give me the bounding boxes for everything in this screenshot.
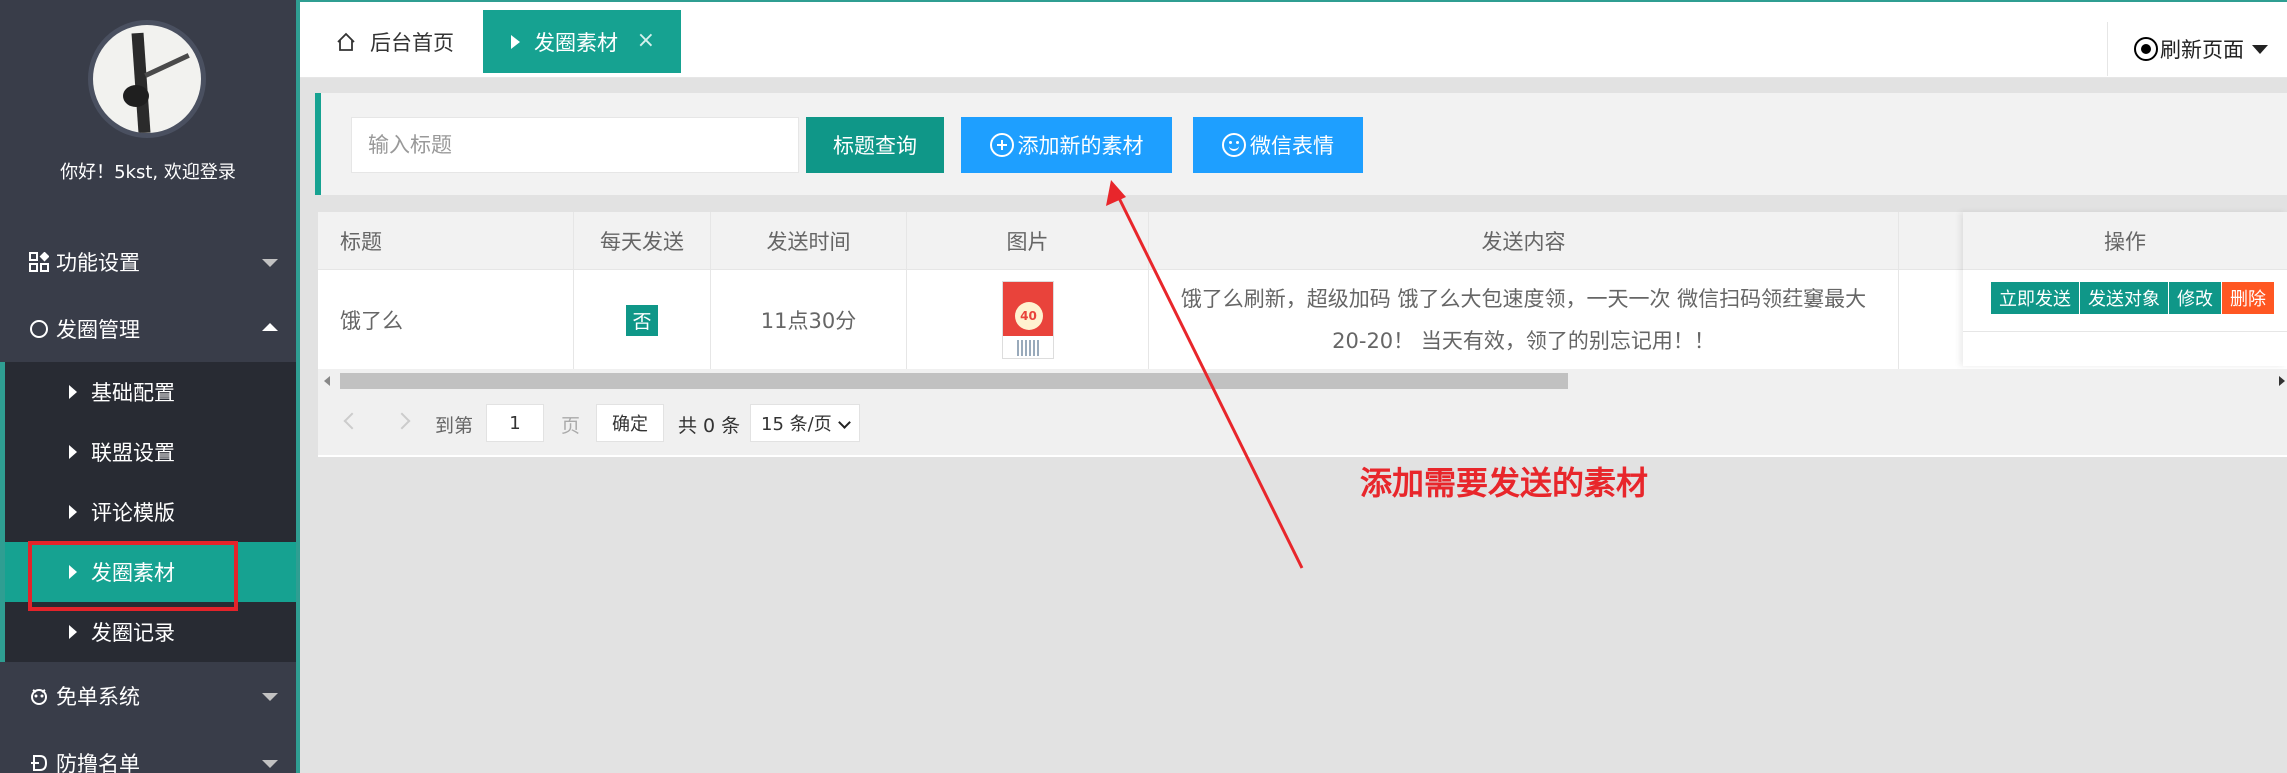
sidebar-item-label: 评论模版 [91,501,175,525]
grid-icon [28,251,50,273]
refresh-label: 刷新页面 [2160,38,2244,62]
caret-right-icon [69,445,77,459]
circle-icon [28,318,50,340]
welcome-text: 你好！5kst, 欢迎登录 [60,162,236,183]
avatar[interactable] [88,20,206,138]
confirm-page-button[interactable]: 确定 [596,404,664,442]
menu-group-free-order[interactable]: 免单系统 [0,663,296,729]
actions-row: 立即发送 发送对象 修改 删除 [1963,270,2287,332]
chevron-down-icon [262,259,278,267]
sidebar-item-comment-template[interactable]: 评论模版 [5,482,296,542]
caret-right-icon [69,505,77,519]
tab-circle-material[interactable]: 发圈素材 × [483,10,681,73]
page-size-select[interactable]: 15 条/页 [750,404,860,442]
title-query-button[interactable]: 标题查询 [806,117,944,173]
scroll-right-icon[interactable] [2279,376,2285,386]
refresh-page-button[interactable]: 刷新页面 [2107,22,2287,76]
tab-home[interactable]: 后台首页 [336,10,454,74]
chevron-up-icon [262,323,278,331]
home-icon [336,32,356,52]
delete-button[interactable]: 删除 [2222,282,2274,314]
pagination: 到第 页 确定 共 0 条 15 条/页 [318,393,2287,455]
caret-right-icon [69,625,77,639]
radio-dot-icon [2134,37,2158,61]
chevron-down-icon [262,693,278,701]
close-icon[interactable]: × [637,28,655,53]
prev-page-icon[interactable] [343,412,361,430]
chevron-down-icon [262,760,278,768]
cell-title: 饿了么 [318,270,574,370]
cell-time: 11点30分 [711,270,907,370]
sub-menu: 基础配置 联盟设置 评论模版 发圈素材 发圈记录 [0,362,296,662]
cell-content: 饿了么刷新，超级加码 饿了么大包速度领，一天一次 微信扫码领荭窶最大20-20！… [1149,270,1899,370]
plus-circle-icon [989,133,1014,157]
status-badge: 否 [626,304,658,336]
sidebar-item-label: 发圈记录 [91,621,175,645]
annotation-text: 添加需要发送的素材 [1360,464,1649,502]
menu-group-circle-management[interactable]: 发圈管理 [0,296,296,362]
next-page-icon[interactable] [393,412,411,430]
send-now-button[interactable]: 立即发送 [1991,282,2079,314]
menu-group-label: 功能设置 [56,251,140,275]
column-header-content: 发送内容 [1149,212,1899,270]
gift-icon [28,685,50,707]
sidebar: 你好！5kst, 欢迎登录 功能设置 发圈管理 基础配置 联盟设置 评论模版 发… [0,0,300,773]
smile-icon [1222,133,1246,157]
search-toolbar: 标题查询 添加新的素材 微信表情 [315,93,2287,195]
total-count: 共 0 条 [678,415,741,437]
menu-group-label: 防撸名单 [56,752,140,773]
menu-group-blacklist[interactable]: 防撸名单 [0,730,296,773]
cell-image: 40 [907,270,1149,370]
tab-label: 发圈素材 [534,30,618,55]
chevron-down-icon [2252,44,2268,54]
page-size-value: 15 条/页 [761,414,832,435]
goto-label: 到第 [435,415,474,437]
send-target-button[interactable]: 发送对象 [2080,282,2168,314]
scroll-left-icon[interactable] [324,376,330,386]
sidebar-item-basic-config[interactable]: 基础配置 [5,362,296,422]
top-tab-bar: 后台首页 发圈素材 × 刷新页面 [300,0,2287,78]
operations-column: 操作 立即发送 发送对象 修改 删除 [1963,212,2287,366]
tab-label: 后台首页 [370,31,454,55]
poster-thumbnail[interactable]: 40 [1001,281,1054,359]
title-search-input[interactable] [351,117,799,173]
caret-right-icon [511,34,520,49]
column-header-daily: 每天发送 [574,212,711,270]
add-material-button[interactable]: 添加新的素材 [961,117,1172,173]
column-header-time: 发送时间 [711,212,907,270]
sidebar-item-circle-records[interactable]: 发圈记录 [5,602,296,662]
wechat-emoji-button[interactable]: 微信表情 [1193,117,1363,173]
menu-group-label: 发圈管理 [56,318,140,342]
page-number-input[interactable] [486,404,544,442]
edit-button[interactable]: 修改 [2169,282,2221,314]
sidebar-item-label: 基础配置 [91,381,175,405]
horizontal-scrollbar[interactable] [318,369,2287,393]
shield-icon [28,752,50,773]
cell-daily: 否 [574,270,711,370]
caret-right-icon [69,385,77,399]
button-label: 添加新的素材 [1017,134,1144,158]
chevron-down-icon [838,416,851,429]
column-header-image: 图片 [907,212,1149,270]
column-header-title: 标题 [318,212,574,270]
button-label: 标题查询 [833,134,917,158]
sidebar-item-label: 联盟设置 [91,441,175,465]
highlight-box [28,541,238,611]
button-label: 微信表情 [1250,134,1334,158]
sidebar-item-alliance-settings[interactable]: 联盟设置 [5,422,296,482]
menu-group-label: 免单系统 [56,685,140,709]
column-header-actions: 操作 [1963,212,2287,270]
page-unit-label: 页 [561,415,581,437]
thumbnail-text: 40 [1014,302,1043,330]
scrollbar-thumb[interactable] [340,373,1568,389]
menu-group-function-settings[interactable]: 功能设置 [0,229,296,295]
